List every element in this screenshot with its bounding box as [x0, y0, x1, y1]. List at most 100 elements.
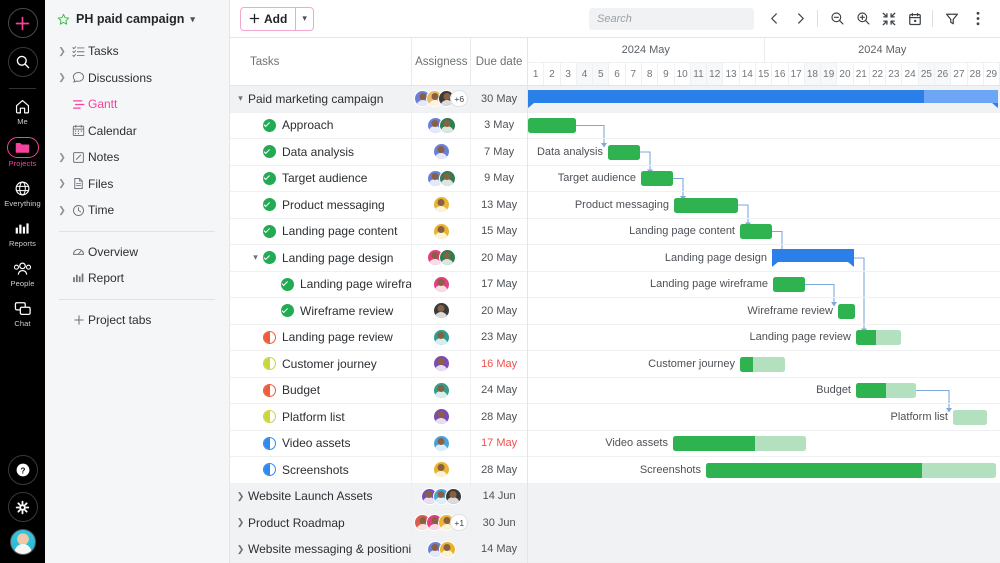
due-date-cell[interactable]: 13 May: [471, 192, 527, 218]
timeline-day-cell[interactable]: 15: [756, 63, 772, 85]
assignee-overflow-count[interactable]: +6: [450, 90, 468, 107]
due-date-cell[interactable]: 9 May: [471, 166, 527, 192]
assignees-cell[interactable]: [412, 457, 471, 483]
sidebar-item-gantt[interactable]: Gantt: [51, 91, 223, 118]
gantt-row[interactable]: Target audience: [528, 166, 1000, 193]
chevron-down-icon[interactable]: ▾: [296, 8, 313, 30]
chevron-right-icon[interactable]: ❯: [233, 491, 248, 502]
timeline-day-cell[interactable]: 10: [675, 63, 691, 85]
rail-item-me[interactable]: Me: [0, 97, 45, 126]
timeline-day-cell[interactable]: 27: [951, 63, 967, 85]
prev-icon[interactable]: [762, 7, 786, 31]
gantt-task-bar[interactable]: [740, 357, 785, 372]
filter-icon[interactable]: [940, 7, 964, 31]
timeline-day-cell[interactable]: 12: [707, 63, 723, 85]
status-blue-icon[interactable]: [263, 463, 276, 476]
due-date-cell[interactable]: 20 May: [471, 245, 527, 271]
timeline-day-cell[interactable]: 6: [609, 63, 625, 85]
gantt-row[interactable]: Video assets: [528, 431, 1000, 458]
task-cell[interactable]: Landing page review: [230, 325, 412, 351]
timeline-day-cell[interactable]: 18: [805, 63, 821, 85]
gantt-row[interactable]: Landing page wireframe: [528, 272, 1000, 299]
assignees-cell[interactable]: [412, 325, 471, 351]
table-row[interactable]: Target audience 9 May: [230, 166, 527, 193]
task-cell[interactable]: Video assets: [230, 431, 412, 457]
timeline-day-cell[interactable]: 8: [642, 63, 658, 85]
status-yellow-icon[interactable]: [263, 410, 276, 423]
avatar[interactable]: [433, 461, 450, 478]
add-button[interactable]: Add ▾: [240, 7, 314, 31]
avatar[interactable]: [433, 196, 450, 213]
calendar-icon[interactable]: [903, 7, 927, 31]
task-cell[interactable]: Customer journey: [230, 351, 412, 377]
gantt-task-bar[interactable]: [706, 463, 996, 478]
timeline-day-cell[interactable]: 2: [544, 63, 560, 85]
column-header-assignees[interactable]: Assigness: [412, 38, 471, 85]
due-date-cell[interactable]: 24 May: [471, 378, 527, 404]
gantt-row[interactable]: Landing page design: [528, 245, 1000, 272]
assignees-cell[interactable]: [412, 404, 471, 430]
chevron-right-icon[interactable]: ❯: [233, 544, 248, 555]
due-date-cell[interactable]: 23 May: [471, 325, 527, 351]
timeline-day-cell[interactable]: 29: [984, 63, 1000, 85]
timeline-day-cell[interactable]: 17: [789, 63, 805, 85]
gantt-task-bar[interactable]: [641, 171, 673, 186]
sidebar-item-project-tabs[interactable]: Project tabs: [51, 307, 223, 334]
assignees-cell[interactable]: [412, 351, 471, 377]
gear-icon[interactable]: [8, 492, 38, 522]
table-row[interactable]: ❯Website messaging & positioning14 May: [230, 537, 527, 563]
question-icon[interactable]: ?: [8, 455, 38, 485]
gantt-row[interactable]: Screenshots: [528, 457, 1000, 484]
gantt-row[interactable]: [528, 484, 1000, 511]
sidebar-item-discussions[interactable]: ❯ Discussions: [51, 65, 223, 92]
gantt-row[interactable]: [528, 510, 1000, 537]
column-header-due-date[interactable]: Due date: [471, 38, 527, 85]
task-cell[interactable]: ❯Website Launch Assets: [230, 484, 412, 510]
gantt-row[interactable]: [528, 537, 1000, 563]
assignees-cell[interactable]: +1: [412, 510, 471, 536]
avatar[interactable]: [439, 541, 456, 558]
assignees-cell[interactable]: +6: [412, 86, 471, 112]
project-header[interactable]: PH paid campaign ▾: [45, 9, 229, 38]
gantt-task-bar[interactable]: [740, 224, 772, 239]
table-row[interactable]: Data analysis7 May: [230, 139, 527, 166]
gantt-row[interactable]: [528, 113, 1000, 140]
task-cell[interactable]: Budget: [230, 378, 412, 404]
task-cell[interactable]: Approach: [230, 113, 412, 139]
assignees-cell[interactable]: [412, 378, 471, 404]
assignees-cell[interactable]: [412, 537, 471, 563]
assignees-cell[interactable]: [412, 272, 471, 298]
timeline-day-cell[interactable]: 20: [837, 63, 853, 85]
add-button-main[interactable]: Add: [241, 8, 295, 30]
table-row[interactable]: ❯Product Roadmap+130 Jun: [230, 510, 527, 537]
rail-item-reports[interactable]: Reports: [0, 219, 45, 248]
gantt-row[interactable]: Landing page content: [528, 219, 1000, 246]
assignees-cell[interactable]: [412, 192, 471, 218]
status-done-icon[interactable]: [263, 251, 276, 264]
gantt-row[interactable]: [528, 86, 1000, 113]
rail-item-people[interactable]: People: [0, 259, 45, 288]
chevron-right-icon[interactable]: ❯: [233, 517, 248, 528]
due-date-cell[interactable]: 7 May: [471, 139, 527, 165]
avatar[interactable]: [439, 170, 456, 187]
due-date-cell[interactable]: 15 May: [471, 219, 527, 245]
task-cell[interactable]: Product messaging: [230, 192, 412, 218]
timeline-day-cell[interactable]: 24: [902, 63, 918, 85]
task-cell[interactable]: ▾Landing page design: [230, 245, 412, 271]
table-row[interactable]: Platform list28 May: [230, 404, 527, 431]
due-date-cell[interactable]: 16 May: [471, 351, 527, 377]
timeline-day-cell[interactable]: 5: [593, 63, 609, 85]
table-row[interactable]: ▾Paid marketing campaign+630 May: [230, 86, 527, 113]
table-row[interactable]: Product messaging 13 May: [230, 192, 527, 219]
status-done-icon[interactable]: [263, 172, 276, 185]
assignees-cell[interactable]: [412, 245, 471, 271]
table-row[interactable]: Landing page review 23 May: [230, 325, 527, 352]
status-done-icon[interactable]: [263, 119, 276, 132]
assignees-cell[interactable]: [412, 298, 471, 324]
chevron-right-icon[interactable]: ❯: [55, 178, 69, 189]
table-row[interactable]: Wireframe review20 May: [230, 298, 527, 325]
avatar[interactable]: [10, 529, 36, 555]
timeline-day-cell[interactable]: 1: [528, 63, 544, 85]
sidebar-item-calendar[interactable]: Calendar: [51, 118, 223, 145]
task-cell[interactable]: Target audience: [230, 166, 412, 192]
